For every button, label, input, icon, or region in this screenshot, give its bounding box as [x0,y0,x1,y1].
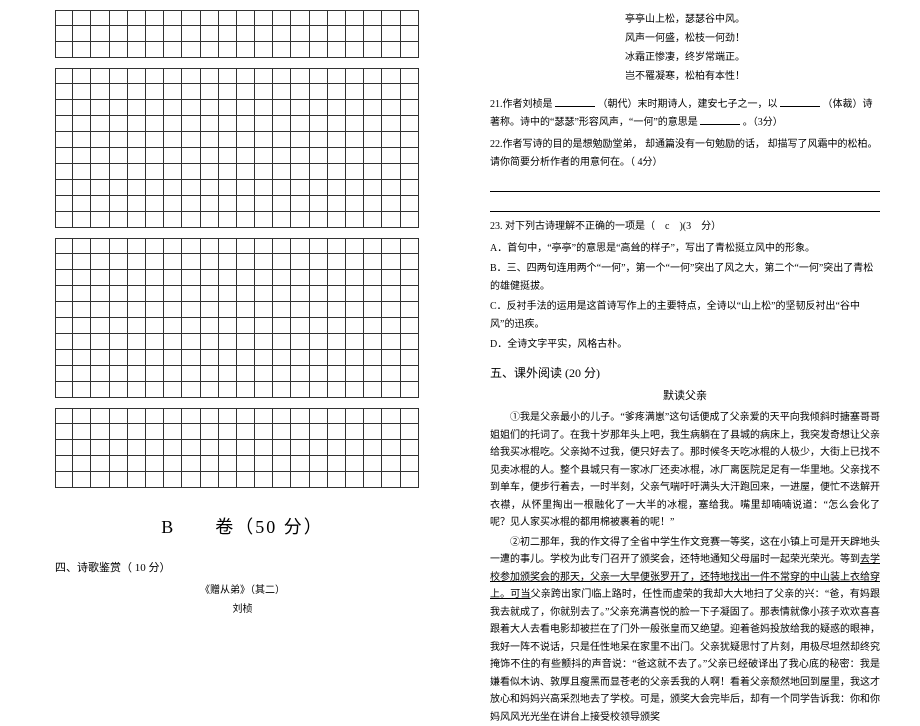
poem-line: 亭亭山上松，瑟瑟谷中风。 [490,10,880,29]
question-21: 21.作者刘桢是 （朝代）末时期诗人，建安七子之一，以 （体裁）诗著称。诗中的“… [490,96,880,132]
answer-grid-block-3 [55,238,430,398]
q22-text-a: 22.作者写诗的目的是想勉励堂弟， [490,139,643,150]
answer-grid-block-4 [55,408,430,488]
right-page: 亭亭山上松，瑟瑟谷中风。 风声一何盛，松枝一何劲！ 冰霜正惨凄，终岁常端正。 岂… [460,0,920,638]
essay-body: ①我是父亲最小的儿子。“爹疼满崽”这句话便成了父亲爱的天平向我倾斜时搪塞哥哥姐姐… [490,409,880,726]
q22-text-b: 却通篇没有一句勉励的话， [645,139,765,150]
poem-line: 风声一何盛，松枝一何劲！ [490,29,880,48]
poem-author: 刘桢 [55,600,430,615]
essay-paragraph-2: ②初二那年，我的作文得了全省中学生作文竞赛一等奖，这在小镇上可是开天辟地头一遭的… [490,534,880,726]
essay-paragraph-1: ①我是父亲最小的儿子。“爹疼满崽”这句话便成了父亲爱的天平向我倾斜时搪塞哥哥姐姐… [490,409,880,532]
answer-line[interactable] [490,198,880,212]
q22-text-c: 却描写了风霜中的松柏。 [768,139,878,150]
answer-grid-block-1 [55,10,430,58]
blank-input[interactable] [555,96,595,107]
q21-text-a: 21.作者刘桢是 [490,99,555,110]
question-22: 22.作者写诗的目的是想勉励堂弟， 却通篇没有一句勉励的话， 却描写了风霜中的松… [490,136,880,172]
left-page: B 卷（50 分） 四、诗歌鉴赏（ 10 分） 《赠从弟》（其二） 刘桢 [0,0,460,638]
option-a: A．首句中，“亭亭”的意思是“高耸的样子”，写出了青松挺立风中的形象。 [490,240,880,258]
blank-input[interactable] [780,96,820,107]
section-5-heading: 五、课外阅读 (20 分) [490,364,880,381]
poem-line: 岂不罹凝寒，松柏有本性！ [490,67,880,86]
q21-text-d: 。（3分） [743,117,783,128]
section-b-title: B 卷（50 分） [55,513,430,539]
q22-text-d: 请你简要分析作者的用意何在。（ 4分） [490,157,663,168]
poem-title: 《赠从弟》（其二） [55,581,430,596]
p2-b: 父亲跨出家门临上路时，任性而虚荣的我却大大地扫了父亲的兴：“爸，有妈跟我去就成了… [490,589,880,723]
question-23: 23. 对下列古诗理解不正确的一项是（ c )(3 分） [490,218,880,236]
p2-a: ②初二那年，我的作文得了全省中学生作文竞赛一等奖，这在小镇上可是开天辟地头一遭的… [490,537,880,566]
section-4-heading: 四、诗歌鉴赏（ 10 分） [55,559,430,575]
blank-input[interactable] [700,114,740,125]
poem-body: 亭亭山上松，瑟瑟谷中风。 风声一何盛，松枝一何劲！ 冰霜正惨凄，终岁常端正。 岂… [490,10,880,86]
option-c: C．反衬手法的运用是这首诗写作上的主要特点，全诗以“山上松”的坚韧反衬出“谷中风… [490,298,880,334]
answer-line[interactable] [490,178,880,192]
q21-text-b: （朝代）末时期诗人，建安七子之一，以 [598,99,781,110]
answer-grid-block-2 [55,68,430,228]
poem-line: 冰霜正惨凄，终岁常端正。 [490,48,880,67]
essay-title: 默读父亲 [490,387,880,403]
option-d: D．全诗文字平实，风格古朴。 [490,336,880,354]
option-b: B．三、四两句连用两个“一何”，第一个“一何”突出了风之大，第二个“一何”突出了… [490,260,880,296]
